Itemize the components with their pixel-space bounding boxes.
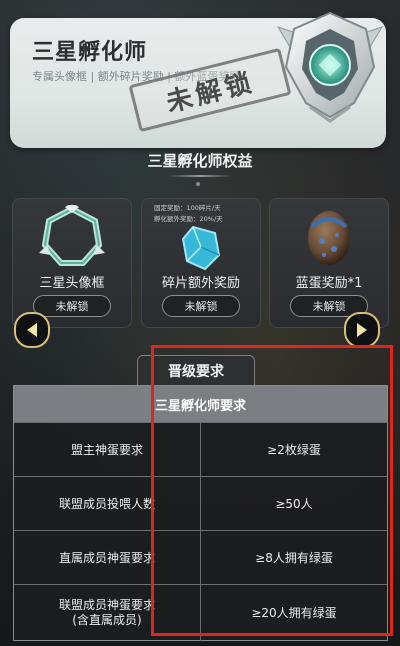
rank-badge-icon [276, 11, 384, 123]
unlock-status-button[interactable]: 未解锁 [162, 295, 240, 317]
locked-stamp: 未解锁 [128, 47, 292, 133]
detail-line: 孵化额外奖励：20%/天 [154, 215, 223, 223]
reward-card-blue-egg[interactable]: 蓝蛋奖励*1 未解锁 [269, 198, 389, 328]
prev-arrow-icon [27, 323, 37, 337]
crystal-shard-icon [181, 225, 221, 271]
next-arrow-button[interactable] [344, 312, 380, 348]
divider-dot [196, 182, 200, 186]
reward-details: 固定奖励：100碎片/天 孵化额外奖励：20%/天 [154, 203, 223, 225]
benefits-title: 三星孵化师权益 [147, 152, 253, 170]
reward-name: 三星头像框 [39, 276, 105, 291]
reward-name: 蓝蛋奖励*1 [295, 276, 363, 291]
page-title: 三星孵化师 [32, 40, 148, 65]
unlock-status-button[interactable]: 未解锁 [33, 295, 111, 317]
detail-line: 固定奖励：100碎片/天 [154, 204, 221, 212]
divider [168, 175, 232, 177]
avatar-frame-icon [39, 205, 105, 266]
blue-egg-icon [308, 211, 350, 265]
prev-arrow-button[interactable] [14, 312, 50, 348]
reward-card-shard[interactable]: 固定奖励：100碎片/天 孵化额外奖励：20%/天 碎片额外奖励 未解锁 [141, 198, 261, 328]
reward-card-avatar-frame[interactable]: 三星头像框 未解锁 [12, 198, 132, 328]
highlight-annotation [151, 345, 393, 636]
reward-name: 碎片额外奖励 [161, 276, 240, 291]
next-arrow-icon [357, 323, 367, 337]
